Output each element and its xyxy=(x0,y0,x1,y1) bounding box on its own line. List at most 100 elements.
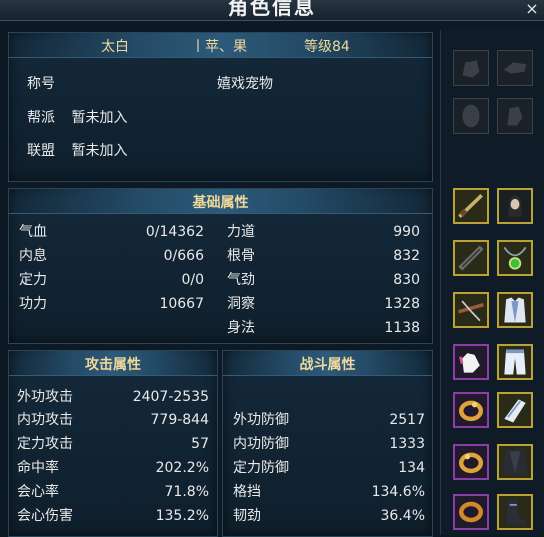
necklace-icon[interactable] xyxy=(497,240,533,276)
stat-label: 定力防御 xyxy=(233,460,289,476)
equipment-column xyxy=(440,30,544,535)
stat-value: 0/0 xyxy=(181,272,204,288)
stat-label: 外功攻击 xyxy=(17,389,73,405)
basic-attributes-header: 基础属性 xyxy=(9,189,432,214)
guild-label: 帮派 xyxy=(27,110,55,126)
bracer-icon[interactable] xyxy=(497,392,533,428)
stat-row: 身法 1138 xyxy=(227,318,420,338)
window-title: 角色信息 xyxy=(228,0,316,19)
title-value: 嬉戏宠物 xyxy=(217,76,273,92)
combat-attributes-title: 战斗属性 xyxy=(299,357,356,373)
window-titlebar: 角色信息 × xyxy=(0,0,544,21)
bracelet-icon[interactable] xyxy=(453,494,489,530)
character-name: 太白 xyxy=(101,39,129,55)
guild-value: 暂未加入 xyxy=(71,110,128,126)
basic-attributes-title: 基础属性 xyxy=(192,195,249,211)
profile-panel: 太白 丨苹、果 等级84 称号 嬉戏宠物 帮派 暂未加入 联盟 暂未加入 xyxy=(8,32,433,182)
character-school: 丨苹、果 xyxy=(191,39,247,55)
stat-row: 会心伤害 135.2% xyxy=(17,506,209,526)
combat-attributes-panel: 战斗属性 外功防御 2517 内功防御 1333 定力防御 134 格挡 134… xyxy=(222,350,433,537)
stat-value: 990 xyxy=(393,224,420,240)
stat-label: 功力 xyxy=(19,296,47,312)
stat-label: 洞察 xyxy=(227,296,255,312)
stat-row: 外功攻击 2407-2535 xyxy=(17,387,209,407)
stat-value: 10667 xyxy=(159,296,204,312)
ring-icon[interactable] xyxy=(453,444,489,480)
stat-row: 定力 0/0 xyxy=(19,270,204,290)
stat-label: 气劲 xyxy=(227,272,255,288)
stat-value: 1138 xyxy=(384,320,420,336)
stat-value: 0/666 xyxy=(163,248,204,264)
profile-header: 太白 丨苹、果 等级84 xyxy=(9,33,432,58)
stat-value: 2517 xyxy=(389,412,425,428)
stat-label: 力道 xyxy=(227,224,255,240)
ring-icon[interactable] xyxy=(453,392,489,428)
stat-row: 格挡 134.6% xyxy=(233,482,425,502)
glove-icon[interactable] xyxy=(453,344,489,380)
stat-row: 洞察 1328 xyxy=(227,294,420,314)
stat-label: 韧劲 xyxy=(233,508,261,524)
empty-slot-mask[interactable] xyxy=(453,98,489,134)
attack-attributes-header: 攻击属性 xyxy=(9,351,217,376)
stat-row: 气劲 830 xyxy=(227,270,420,290)
stat-label: 外功防御 xyxy=(233,412,289,428)
stat-row: 内功防御 1333 xyxy=(233,434,425,454)
stat-value: 71.8% xyxy=(164,484,209,500)
stat-row: 内功攻击 779-844 xyxy=(17,410,209,430)
stat-row: 命中率 202.2% xyxy=(17,458,209,478)
stat-row: 会心率 71.8% xyxy=(17,482,209,502)
stat-label: 会心伤害 xyxy=(17,508,73,524)
stat-value: 202.2% xyxy=(155,460,209,476)
stat-row: 内息 0/666 xyxy=(19,246,204,266)
weapon-blade-icon[interactable] xyxy=(453,188,489,224)
empty-slot-gauntlet[interactable] xyxy=(497,98,533,134)
combat-attributes-header: 战斗属性 xyxy=(223,351,432,376)
stat-label: 内功防御 xyxy=(233,436,289,452)
stat-value: 36.4% xyxy=(380,508,425,524)
character-level: 等级84 xyxy=(304,39,350,55)
stat-label: 身法 xyxy=(227,320,255,336)
alliance-value: 暂未加入 xyxy=(71,143,128,159)
stat-label: 内息 xyxy=(19,248,47,264)
stat-value: 2407-2535 xyxy=(132,389,209,405)
close-icon[interactable]: × xyxy=(524,0,540,18)
stat-value: 135.2% xyxy=(155,508,209,524)
stat-label: 定力 xyxy=(19,272,47,288)
stat-label: 根骨 xyxy=(227,248,255,264)
stat-value: 1333 xyxy=(389,436,425,452)
stat-label: 会心率 xyxy=(17,484,59,500)
stat-row: 根骨 832 xyxy=(227,246,420,266)
empty-slot-glove[interactable] xyxy=(453,50,489,86)
stat-value: 1328 xyxy=(384,296,420,312)
stat-label: 内功攻击 xyxy=(17,412,73,428)
crossbow-icon[interactable] xyxy=(453,292,489,328)
stat-row: 功力 10667 xyxy=(19,294,204,314)
stat-value: 57 xyxy=(191,436,209,452)
stat-label: 命中率 xyxy=(17,460,59,476)
armor-icon[interactable] xyxy=(497,292,533,328)
stat-row: 外功防御 2517 xyxy=(233,410,425,430)
alliance-label: 联盟 xyxy=(27,143,55,159)
stat-row: 定力防御 134 xyxy=(233,458,425,478)
stat-value: 134 xyxy=(398,460,425,476)
attack-attributes-title: 攻击属性 xyxy=(85,357,141,373)
pants-icon[interactable] xyxy=(497,344,533,380)
stat-row: 韧劲 36.4% xyxy=(233,506,425,526)
stat-row: 气血 0/14362 xyxy=(19,222,204,242)
cape-icon[interactable] xyxy=(497,444,533,480)
stat-row: 力道 990 xyxy=(227,222,420,242)
stat-value: 832 xyxy=(393,248,420,264)
stat-value: 0/14362 xyxy=(145,224,204,240)
boots-icon[interactable] xyxy=(497,494,533,530)
head-hair-icon[interactable] xyxy=(497,188,533,224)
attack-attributes-panel: 攻击属性 外功攻击 2407-2535 内功攻击 779-844 定力攻击 57… xyxy=(8,350,218,537)
stat-value: 779-844 xyxy=(150,412,210,428)
stat-label: 气血 xyxy=(19,224,47,240)
stat-value: 830 xyxy=(393,272,420,288)
weapon-staff-icon[interactable] xyxy=(453,240,489,276)
stat-value: 134.6% xyxy=(371,484,425,500)
basic-attributes-panel: 基础属性 气血 0/14362 内息 0/666 定力 0/0 功力 10667… xyxy=(8,188,433,344)
title-label: 称号 xyxy=(27,76,55,92)
stat-label: 格挡 xyxy=(233,484,261,500)
empty-slot-bracer[interactable] xyxy=(497,50,533,86)
